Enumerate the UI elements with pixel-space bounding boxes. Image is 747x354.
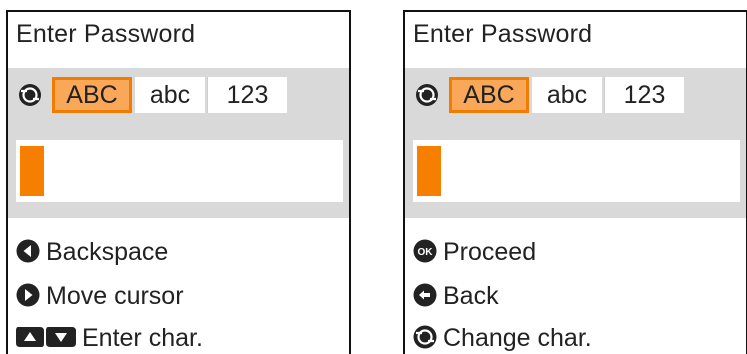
page-title: Enter Password <box>16 20 196 48</box>
text-cursor <box>20 146 44 196</box>
back-button-icon <box>413 283 437 307</box>
help-back: Back <box>413 280 499 312</box>
help-proceed: OK Proceed <box>413 236 536 268</box>
mode-switch-icon <box>416 84 438 106</box>
svg-text:OK: OK <box>418 247 434 258</box>
mode-lowercase[interactable]: abc <box>135 77 205 113</box>
password-panel-left: Enter Password ABC abc 123 Backspace Mov… <box>6 10 351 354</box>
password-input-row <box>8 124 349 218</box>
help-label: Move cursor <box>46 282 184 310</box>
password-input[interactable] <box>16 140 343 202</box>
mode-switch-icon <box>19 84 41 106</box>
help-move-cursor: Move cursor <box>16 280 184 312</box>
mode-numeric[interactable]: 123 <box>604 77 684 113</box>
mode-numeric[interactable]: 123 <box>207 77 287 113</box>
help-label: Proceed <box>443 238 537 266</box>
password-input[interactable] <box>413 140 740 202</box>
text-cursor <box>417 146 441 196</box>
page-title: Enter Password <box>413 20 593 48</box>
mode-uppercase[interactable]: ABC <box>449 77 529 113</box>
mode-lowercase[interactable]: abc <box>532 77 602 113</box>
help-label: Backspace <box>46 238 169 266</box>
ok-button-icon: OK <box>413 239 437 263</box>
right-arrow-icon <box>16 283 40 307</box>
input-mode-row: ABC abc 123 <box>8 68 349 124</box>
left-arrow-icon <box>16 239 40 263</box>
help-enter-char: Enter char. <box>16 322 203 354</box>
mode-uppercase[interactable]: ABC <box>52 77 132 113</box>
up-down-arrow-icon <box>16 327 76 348</box>
help-change-char: Change char. <box>413 322 592 354</box>
help-label: Back <box>443 282 499 310</box>
password-input-row <box>405 124 746 218</box>
password-panel-right: Enter Password ABC abc 123 OK Proceed Ba… <box>403 10 747 354</box>
help-label: Change char. <box>443 324 592 352</box>
change-char-icon <box>413 325 437 349</box>
help-backspace: Backspace <box>16 236 168 268</box>
help-label: Enter char. <box>82 324 203 352</box>
input-mode-row: ABC abc 123 <box>405 68 746 124</box>
